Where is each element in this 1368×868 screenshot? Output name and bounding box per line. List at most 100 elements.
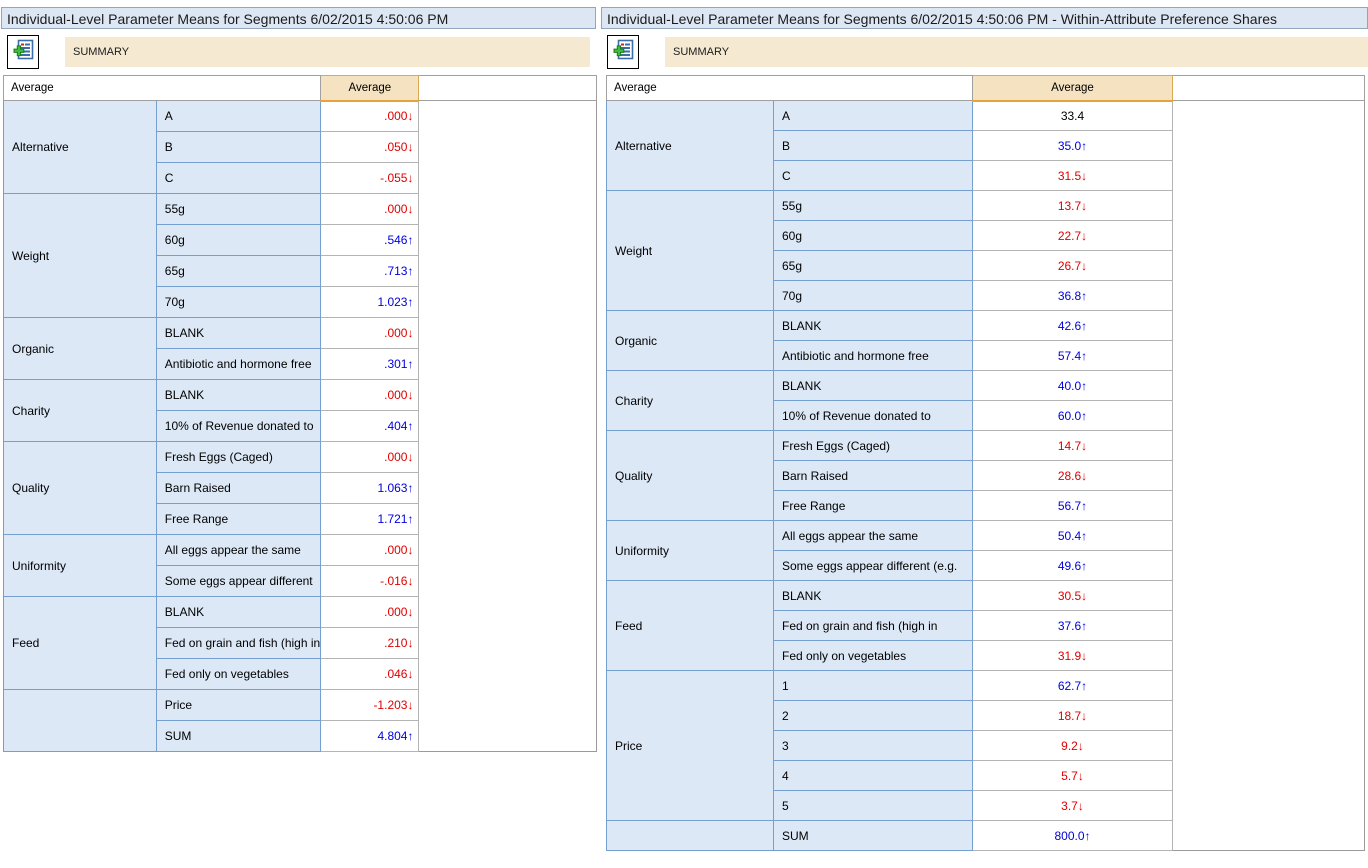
value-cell: .404↑ — [321, 411, 419, 442]
value-cell: 57.4↑ — [973, 341, 1173, 371]
value-cell: 4.804↑ — [321, 721, 419, 752]
attribute-group-cell: Charity — [4, 380, 157, 442]
value-cell: .713↑ — [321, 256, 419, 287]
header-filler-cell — [1173, 76, 1365, 101]
value-text: .210↓ — [384, 636, 413, 650]
value-cell: 22.7↓ — [973, 221, 1173, 251]
value-text: 40.0↑ — [1058, 379, 1087, 393]
attribute-group-cell: Quality — [607, 431, 774, 521]
level-label-cell: BLANK — [774, 311, 973, 341]
level-label-cell: BLANK — [156, 597, 320, 628]
level-label-cell: Free Range — [156, 504, 320, 535]
value-text: .000↓ — [384, 388, 413, 402]
filler-cell — [1173, 521, 1365, 551]
value-text: 3.7↓ — [1061, 799, 1084, 813]
level-label-cell: Fed only on vegetables — [156, 659, 320, 690]
level-label-cell: 65g — [156, 256, 320, 287]
filler-cell — [1173, 701, 1365, 731]
level-label-cell: SUM — [774, 821, 973, 851]
attribute-group-cell: Weight — [607, 191, 774, 311]
filler-cell — [1173, 461, 1365, 491]
attribute-group-cell: Organic — [607, 311, 774, 371]
attribute-group-cell: Quality — [4, 442, 157, 535]
row-header-cell: Average — [607, 76, 973, 101]
add-to-report-button[interactable] — [7, 35, 39, 69]
value-text: 49.6↑ — [1058, 559, 1087, 573]
value-text: 4.804↑ — [377, 729, 413, 743]
summary-banner[interactable]: SUMMARY — [665, 37, 1368, 67]
value-text: 5.7↓ — [1061, 769, 1084, 783]
level-label-cell: 60g — [156, 225, 320, 256]
filler-cell — [1173, 311, 1365, 341]
value-text: .000↓ — [384, 543, 413, 557]
add-report-icon — [612, 39, 634, 65]
value-cell: 3.7↓ — [973, 791, 1173, 821]
value-cell: 35.0↑ — [973, 131, 1173, 161]
level-label-cell: Antibiotic and hormone free — [774, 341, 973, 371]
table-row: Weight55g.000↓ — [4, 194, 597, 225]
value-cell: 42.6↑ — [973, 311, 1173, 341]
add-to-report-button[interactable] — [607, 35, 639, 69]
attribute-group-cell: Weight — [4, 194, 157, 318]
level-label-cell: Fresh Eggs (Caged) — [156, 442, 320, 473]
filler-cell — [1173, 221, 1365, 251]
add-report-icon — [12, 39, 34, 65]
filler-cell — [1173, 611, 1365, 641]
table-row: CharityBLANK40.0↑ — [607, 371, 1365, 401]
value-text: 30.5↓ — [1058, 589, 1087, 603]
filler-cell — [419, 132, 597, 163]
value-cell: .000↓ — [321, 318, 419, 349]
level-label-cell: BLANK — [774, 371, 973, 401]
filler-cell — [419, 163, 597, 194]
value-cell: .301↑ — [321, 349, 419, 380]
table-row: AlternativeA.000↓ — [4, 101, 597, 132]
value-text: 33.4 — [1061, 109, 1084, 123]
value-cell: 28.6↓ — [973, 461, 1173, 491]
value-text: .046↓ — [384, 667, 413, 681]
filler-cell — [419, 659, 597, 690]
filler-cell — [419, 287, 597, 318]
value-text: 1.023↑ — [377, 295, 413, 309]
value-cell: 30.5↓ — [973, 581, 1173, 611]
filler-cell — [419, 318, 597, 349]
value-text: .404↑ — [384, 419, 413, 433]
filler-cell — [1173, 641, 1365, 671]
attribute-group-cell: Feed — [4, 597, 157, 690]
filler-cell — [1173, 761, 1365, 791]
filler-cell — [1173, 341, 1365, 371]
level-label-cell: Some eggs appear different — [156, 566, 320, 597]
level-label-cell: 5 — [774, 791, 973, 821]
level-label-cell: Barn Raised — [774, 461, 973, 491]
summary-banner[interactable]: SUMMARY — [65, 37, 590, 67]
value-text: .000↓ — [384, 109, 413, 123]
column-header-cell: Average — [321, 76, 419, 101]
value-cell: -.055↓ — [321, 163, 419, 194]
level-label-cell: 65g — [774, 251, 973, 281]
value-cell: .000↓ — [321, 194, 419, 225]
value-text: -1.203↓ — [373, 698, 413, 712]
filler-cell — [419, 473, 597, 504]
filler-cell — [1173, 671, 1365, 701]
header-row: AverageAverage — [4, 76, 597, 101]
value-cell: -.016↓ — [321, 566, 419, 597]
value-cell: -1.203↓ — [321, 690, 419, 721]
attribute-group-cell: Charity — [607, 371, 774, 431]
value-cell: 31.9↓ — [973, 641, 1173, 671]
value-cell: 36.8↑ — [973, 281, 1173, 311]
value-text: .050↓ — [384, 140, 413, 154]
level-label-cell: 55g — [774, 191, 973, 221]
value-cell: .546↑ — [321, 225, 419, 256]
table-row: QualityFresh Eggs (Caged).000↓ — [4, 442, 597, 473]
value-cell: 60.0↑ — [973, 401, 1173, 431]
value-text: .000↓ — [384, 605, 413, 619]
value-text: 42.6↑ — [1058, 319, 1087, 333]
level-label-cell: A — [774, 101, 973, 131]
table-row: SUM800.0↑ — [607, 821, 1365, 851]
attribute-group-cell: Uniformity — [4, 535, 157, 597]
filler-cell — [1173, 191, 1365, 221]
level-label-cell: 60g — [774, 221, 973, 251]
level-label-cell: BLANK — [156, 380, 320, 411]
filler-cell — [1173, 131, 1365, 161]
value-cell: .000↓ — [321, 101, 419, 132]
value-text: -.055↓ — [380, 171, 413, 185]
